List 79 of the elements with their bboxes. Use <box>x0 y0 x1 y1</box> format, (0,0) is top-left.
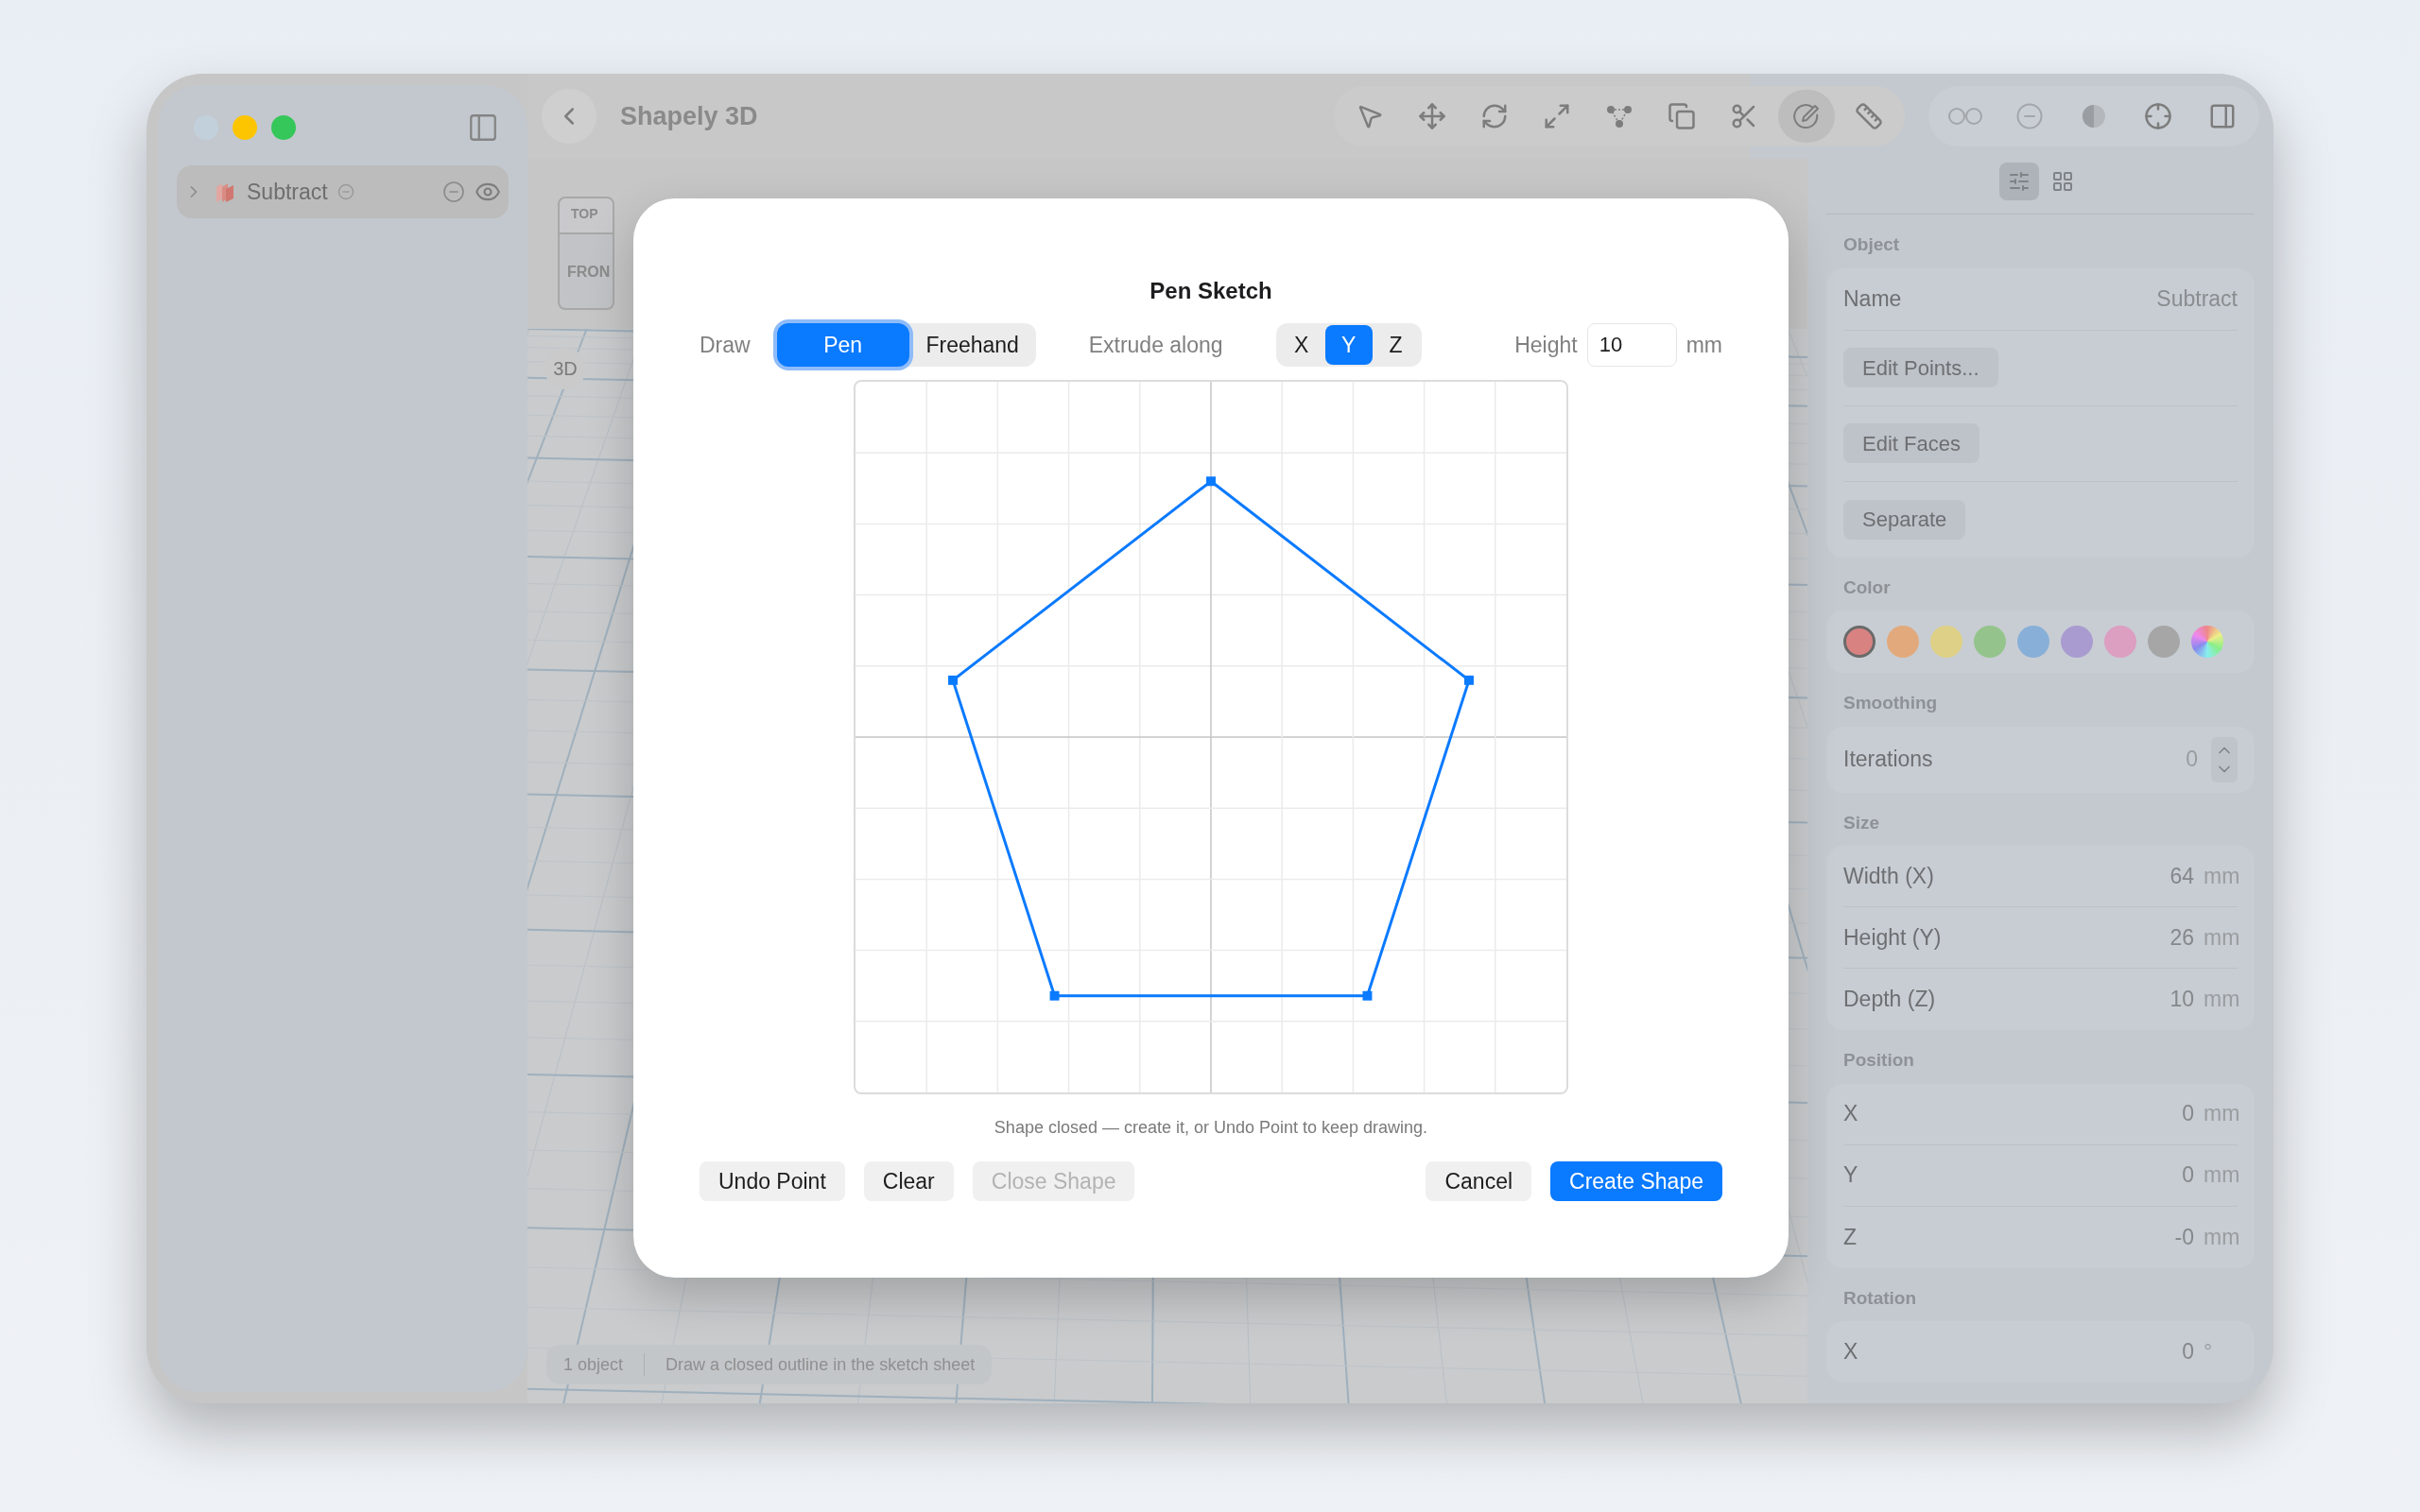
rotate-icon <box>1480 102 1509 130</box>
stepper[interactable] <box>2211 736 2238 782</box>
object-action-button[interactable]: Separate <box>1843 499 1966 540</box>
move-icon <box>1418 102 1446 130</box>
inspector-tab[interactable] <box>1998 163 2039 200</box>
crosshair-icon <box>2144 102 2172 130</box>
color-swatch[interactable] <box>1843 626 1876 658</box>
sidebar-right-icon <box>2208 102 2237 130</box>
color-swatch[interactable] <box>2148 626 2180 658</box>
row-label: Depth (Z) <box>1843 986 1936 1014</box>
extrude-label: Extrude along <box>1088 331 1223 359</box>
object-count: 1 object <box>563 1353 624 1376</box>
color-swatch[interactable] <box>2104 626 2136 658</box>
row-label: Iterations <box>1843 746 1933 774</box>
row-label: Y <box>1843 1161 1858 1190</box>
section-header: Color <box>1842 576 1892 599</box>
grid-icon <box>2050 170 2074 193</box>
cube-face-label: TOP <box>558 197 614 234</box>
minus-circle-icon <box>2015 102 2044 130</box>
resize-icon <box>1543 102 1571 130</box>
axis-tab[interactable]: X <box>1277 325 1325 365</box>
color-swatch[interactable] <box>1930 626 1962 658</box>
section-header: Smoothing <box>1842 692 1939 714</box>
section-header: Position <box>1842 1049 1915 1072</box>
sidebar-toggle-icon[interactable] <box>467 112 499 144</box>
dialog-button[interactable]: Clear <box>863 1161 954 1201</box>
draw-label: Draw <box>700 331 751 359</box>
row-value: -0 <box>2174 1223 2194 1251</box>
row-label: X <box>1843 1100 1858 1128</box>
row-label: Height (Y) <box>1843 923 1942 952</box>
cube-face-label: FRON <box>558 234 614 310</box>
row-label: X <box>1843 1338 1858 1366</box>
tool-button[interactable] <box>1778 90 1835 143</box>
dialog-button[interactable]: Cancel <box>1426 1161 1532 1201</box>
color-swatch[interactable] <box>2017 626 2049 658</box>
sidebar-item[interactable]: Subtract <box>177 165 509 218</box>
minus-circle-icon <box>337 183 354 200</box>
minus-circle-icon[interactable] <box>442 180 465 203</box>
color-swatch[interactable] <box>1974 626 2006 658</box>
row-value: 0 <box>2182 1338 2194 1366</box>
copy-icon <box>1668 102 1696 130</box>
section-header: Size <box>1842 811 1881 834</box>
zoom-window-button[interactable] <box>271 115 296 140</box>
axis-tab[interactable]: Z <box>1372 325 1420 365</box>
object-action-button[interactable]: Edit Points... <box>1843 348 1998 387</box>
sketch-canvas[interactable] <box>854 380 1568 1094</box>
row-value: Subtract <box>2156 284 2238 313</box>
row-value: 10 <box>2169 986 2194 1014</box>
row-label: Name <box>1843 284 1902 313</box>
unit-label: mm <box>1685 331 1722 359</box>
dialog-hint: Shape closed — create it, or Undo Point to keep drawing. <box>994 1117 1428 1139</box>
color-swatch[interactable] <box>2191 626 2223 658</box>
ruler-icon <box>1855 102 1883 130</box>
axis-tab[interactable]: Y <box>1324 325 1373 365</box>
sliders-icon <box>2007 170 2031 193</box>
object-action-button[interactable]: Edit Faces <box>1843 423 1979 463</box>
row-value: 64 <box>2169 862 2194 890</box>
mode-tab[interactable]: Freehand <box>908 323 1036 367</box>
height-field[interactable]: 10 <box>1586 323 1677 367</box>
half-circle-icon <box>2080 102 2108 130</box>
dialog-title: Pen Sketch <box>1150 277 1272 305</box>
section-header: Object <box>1842 233 1901 256</box>
window-title: Shapely 3D <box>620 100 758 132</box>
dialog-button[interactable]: Undo Point <box>700 1161 845 1201</box>
row-value: 26 <box>2169 923 2194 952</box>
item-label: Subtract <box>247 178 328 206</box>
row-value: 0 <box>2182 1161 2194 1190</box>
unit-label: ° <box>2204 1338 2214 1366</box>
row-value: 0 <box>2182 1100 2194 1128</box>
color-swatch[interactable] <box>2061 626 2093 658</box>
row-label: Width (X) <box>1843 862 1934 890</box>
status-hint: Draw a closed outline in the sketch sheet <box>666 1353 976 1376</box>
height-label: Height <box>1514 331 1578 359</box>
row-label: Z <box>1843 1223 1858 1251</box>
dialog-button[interactable]: Create Shape <box>1550 1161 1722 1201</box>
pencil-circle-icon <box>1792 102 1821 130</box>
color-swatch[interactable] <box>1887 626 1919 658</box>
view-cube[interactable]: TOP FRON <box>558 197 614 310</box>
section-header: Rotation <box>1842 1286 1918 1310</box>
